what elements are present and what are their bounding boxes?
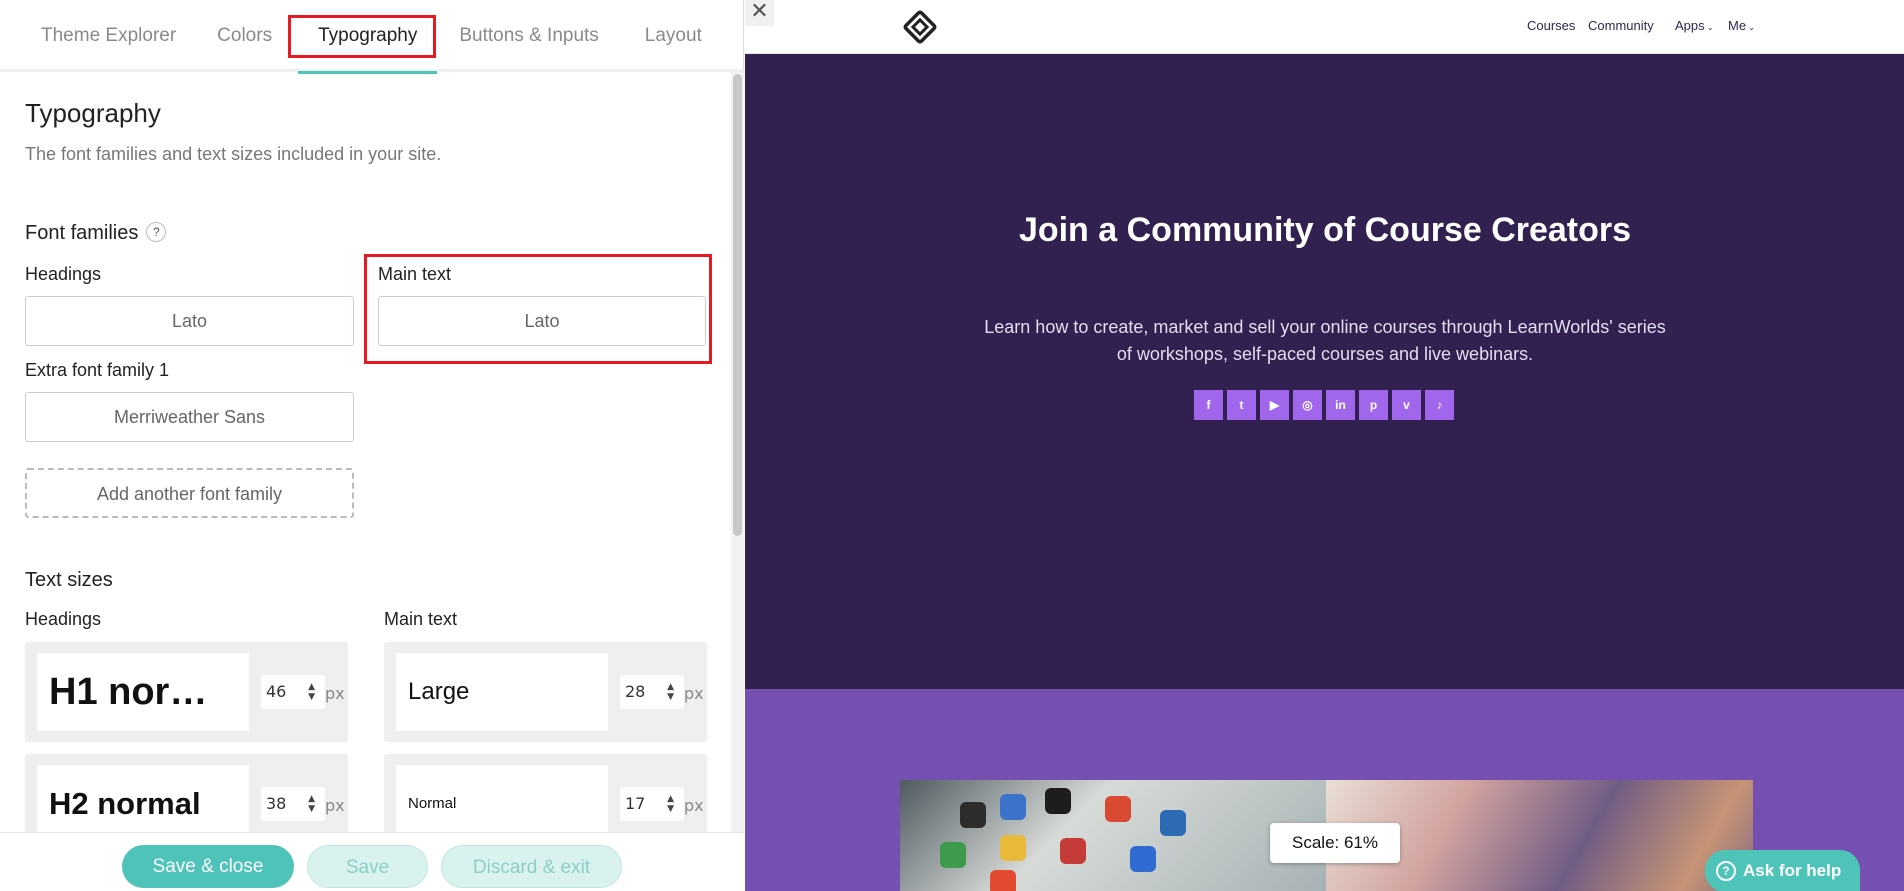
ask-for-help-label: Ask for help xyxy=(1743,861,1842,880)
facebook-icon[interactable]: f xyxy=(1194,390,1223,420)
theme-editor-panel: Theme Explorer Colors Typography Buttons… xyxy=(0,0,744,891)
main-text-font-label: Main text xyxy=(378,264,452,284)
extra-font-label: Extra font family 1 xyxy=(25,360,170,380)
twitter-icon[interactable]: t xyxy=(1227,390,1256,420)
large-size-value: 28 xyxy=(625,682,646,701)
h1-size-input[interactable]: 46 ▲ ▼ xyxy=(261,675,325,709)
h2-size-value: 38 xyxy=(266,794,287,813)
typography-settings: Typography The font families and text si… xyxy=(0,72,744,832)
editor-footer: Save & close Save Discard & exit xyxy=(0,832,744,891)
save-button[interactable]: Save xyxy=(307,845,428,888)
tiktok-icon[interactable]: ♪ xyxy=(1425,390,1454,420)
tab-layout[interactable]: Layout xyxy=(625,0,722,71)
scale-indicator: Scale: 61% xyxy=(1270,823,1400,863)
discard-exit-button[interactable]: Discard & exit xyxy=(441,845,622,888)
normal-size-value: 17 xyxy=(625,794,646,813)
youtube-icon[interactable]: ▶ xyxy=(1260,390,1289,420)
editor-tabs: Theme Explorer Colors Typography Buttons… xyxy=(0,0,744,74)
linkedin-icon[interactable]: in xyxy=(1326,390,1355,420)
large-sample[interactable]: Large xyxy=(396,653,608,731)
h1-unit: px xyxy=(325,684,345,703)
hero-title: Join a Community of Course Creators xyxy=(1018,211,1632,249)
h1-sample[interactable]: H1 nor… xyxy=(37,653,249,731)
normal-size-input[interactable]: 17 ▲ ▼ xyxy=(620,787,684,821)
h2-size-card: H2 normal 38 ▲ ▼ px xyxy=(25,754,348,832)
help-icon[interactable]: ? xyxy=(146,222,167,242)
main-text-sizes-label: Main text xyxy=(384,609,458,629)
headings-font-select[interactable]: Lato xyxy=(25,296,354,346)
stepper-icon[interactable]: ▲ ▼ xyxy=(308,794,315,814)
instagram-icon[interactable]: ◎ xyxy=(1293,390,1322,420)
h2-unit: px xyxy=(325,796,345,815)
vimeo-icon[interactable]: v xyxy=(1392,390,1421,420)
font-families-heading: Font families? xyxy=(25,222,167,245)
normal-size-card: Normal 17 ▲ ▼ px xyxy=(384,754,707,832)
chevron-down-icon: ⌄ xyxy=(1704,23,1714,32)
tab-theme-explorer[interactable]: Theme Explorer xyxy=(21,0,196,71)
h1-size-card: H1 nor… 46 ▲ ▼ px xyxy=(25,642,348,742)
nav-community[interactable]: Community xyxy=(1588,18,1654,33)
nav-apps-label: Apps xyxy=(1675,18,1705,33)
editor-scrollbar[interactable] xyxy=(731,72,744,834)
large-unit: px xyxy=(684,684,704,703)
save-close-button[interactable]: Save & close xyxy=(122,845,294,888)
pinterest-icon[interactable]: p xyxy=(1359,390,1388,420)
logo-icon[interactable] xyxy=(903,10,937,44)
headings-font-label: Headings xyxy=(25,264,102,284)
tab-typography[interactable]: Typography xyxy=(298,0,438,74)
add-font-family-button[interactable]: Add another font family xyxy=(25,468,354,518)
extra-font-select[interactable]: Merriweather Sans xyxy=(25,392,354,442)
site-navbar: Courses Community Apps ⌄ Me ⌄ xyxy=(745,0,1904,54)
tab-buttons-inputs[interactable]: Buttons & Inputs xyxy=(439,0,618,71)
scrollbar-thumb[interactable] xyxy=(733,74,742,536)
section-description: The font families and text sizes include… xyxy=(25,144,442,164)
ask-for-help-button[interactable]: ? Ask for help xyxy=(1705,850,1860,891)
social-links: f t ▶ ◎ in p v ♪ xyxy=(1194,390,1454,420)
tab-colors[interactable]: Colors xyxy=(197,0,292,71)
hero-subtitle: Learn how to create, market and sell you… xyxy=(984,317,1666,364)
chevron-down-icon: ⌄ xyxy=(1746,23,1755,32)
section-title: Typography xyxy=(25,98,161,128)
large-size-card: Large 28 ▲ ▼ px xyxy=(384,642,707,742)
close-preview-icon[interactable]: ✕ xyxy=(745,0,774,26)
nav-courses[interactable]: Courses xyxy=(1527,18,1575,33)
text-sizes-heading: Text sizes xyxy=(25,569,113,591)
nav-me[interactable]: Me ⌄ xyxy=(1728,18,1755,33)
large-size-input[interactable]: 28 ▲ ▼ xyxy=(620,675,684,709)
nav-me-label: Me xyxy=(1728,18,1747,33)
stepper-icon[interactable]: ▲ ▼ xyxy=(308,682,315,702)
nav-apps[interactable]: Apps ⌄ xyxy=(1675,18,1714,33)
headings-sizes-label: Headings xyxy=(25,609,102,629)
hero-section: Join a Community of Course Creators Lear… xyxy=(745,54,1904,689)
normal-sample[interactable]: Normal xyxy=(396,765,608,832)
h2-size-input[interactable]: 38 ▲ ▼ xyxy=(261,787,325,821)
h1-size-value: 46 xyxy=(266,682,287,701)
font-families-title: Font families xyxy=(25,222,139,244)
tablet-apps-image xyxy=(900,780,1326,891)
stepper-icon[interactable]: ▲ ▼ xyxy=(667,794,674,814)
normal-unit: px xyxy=(684,796,704,815)
site-preview: Courses Community Apps ⌄ Me ⌄ ✕ Join a C… xyxy=(745,0,1904,891)
h2-sample[interactable]: H2 normal xyxy=(37,765,249,832)
stepper-icon[interactable]: ▲ ▼ xyxy=(667,682,674,702)
question-icon: ? xyxy=(1716,861,1736,881)
main-text-font-select[interactable]: Lato xyxy=(378,296,706,346)
